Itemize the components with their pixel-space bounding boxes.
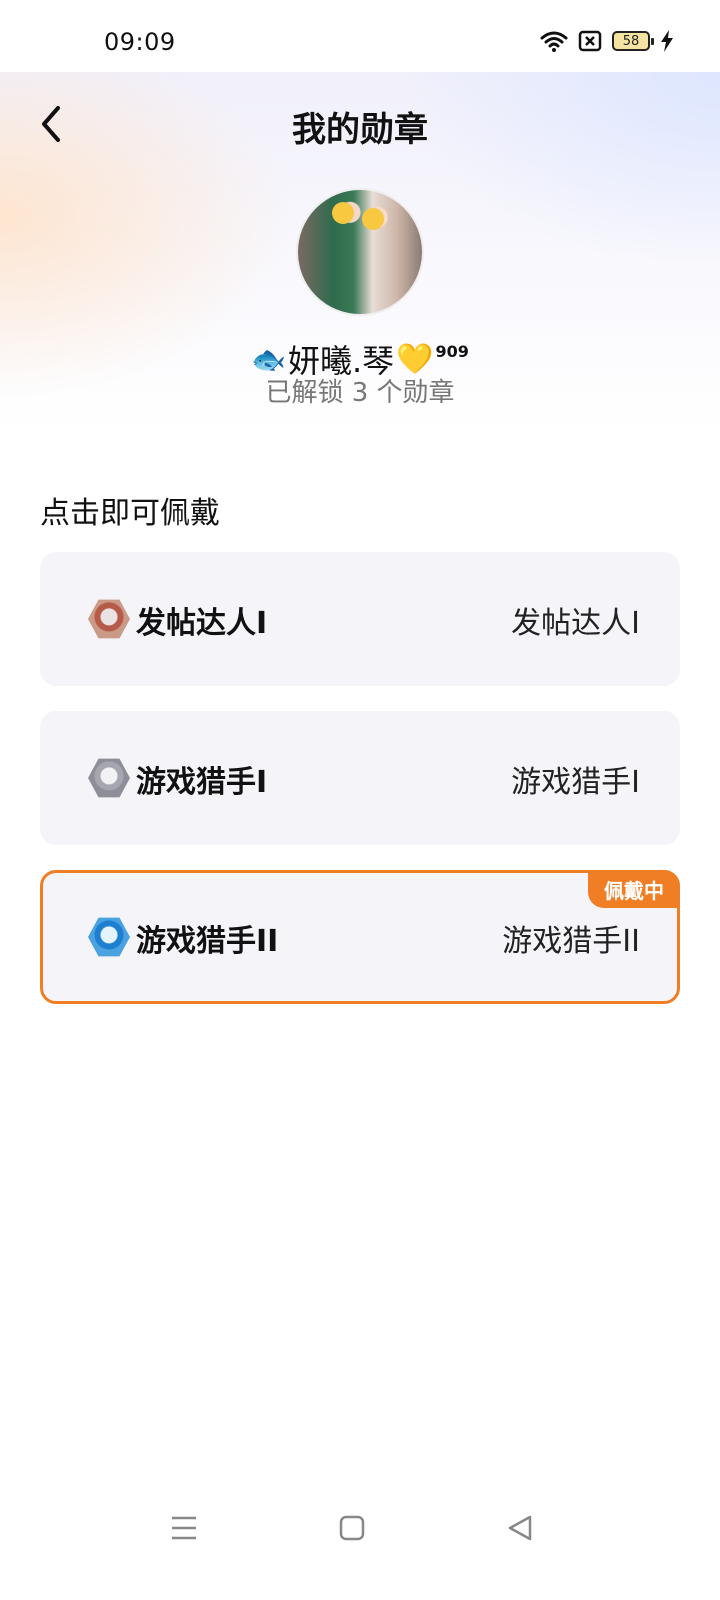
game-hunter-2-badge-icon	[88, 917, 130, 957]
menu-button[interactable]	[160, 1504, 208, 1552]
battery-level: 58	[622, 33, 640, 49]
badge-card-game-hunter-2[interactable]: 游戏猎手II 游戏猎手II 佩戴中	[40, 870, 680, 1004]
badge-card-post-master[interactable]: 发帖达人I 发帖达人I	[40, 552, 680, 686]
post-master-badge-icon	[88, 599, 130, 639]
system-navigation-bar	[0, 1504, 720, 1552]
battery-icon: 58	[612, 31, 654, 51]
wearing-tag: 佩戴中	[588, 870, 680, 908]
badge-name: 游戏猎手I	[136, 765, 268, 800]
status-icons: 58	[540, 30, 674, 52]
home-icon	[339, 1515, 365, 1541]
unlocked-badge-count: 已解锁 3 个勋章	[265, 378, 455, 408]
status-time: 09:09	[104, 28, 176, 56]
avatar[interactable]	[296, 188, 424, 316]
page-title: 我的勋章	[292, 110, 428, 150]
game-hunter-badge-icon	[88, 758, 130, 798]
badge-description: 游戏猎手I	[511, 765, 640, 800]
home-button[interactable]	[328, 1504, 376, 1552]
section-label: 点击即可佩戴	[40, 496, 220, 531]
badge-name: 发帖达人I	[136, 606, 268, 641]
sim-blocked-icon	[578, 30, 602, 52]
top-navigation: 我的勋章	[0, 84, 720, 164]
back-icon	[508, 1515, 532, 1541]
badge-name: 游戏猎手II	[136, 924, 279, 959]
badge-description: 游戏猎手II	[502, 924, 640, 959]
charging-icon	[661, 30, 673, 52]
wifi-icon	[540, 31, 568, 52]
badge-card-game-hunter-1[interactable]: 游戏猎手I 游戏猎手I	[40, 711, 680, 845]
user-level: 909	[435, 342, 469, 361]
menu-icon	[172, 1516, 196, 1540]
face-sticker-icon	[362, 208, 384, 230]
back-nav-button[interactable]	[496, 1504, 544, 1552]
fish-emoji-icon: 🐟	[251, 342, 286, 376]
status-bar: 09:09 58	[0, 0, 720, 72]
badge-description: 发帖达人I	[511, 606, 640, 641]
face-sticker-icon	[332, 202, 354, 224]
